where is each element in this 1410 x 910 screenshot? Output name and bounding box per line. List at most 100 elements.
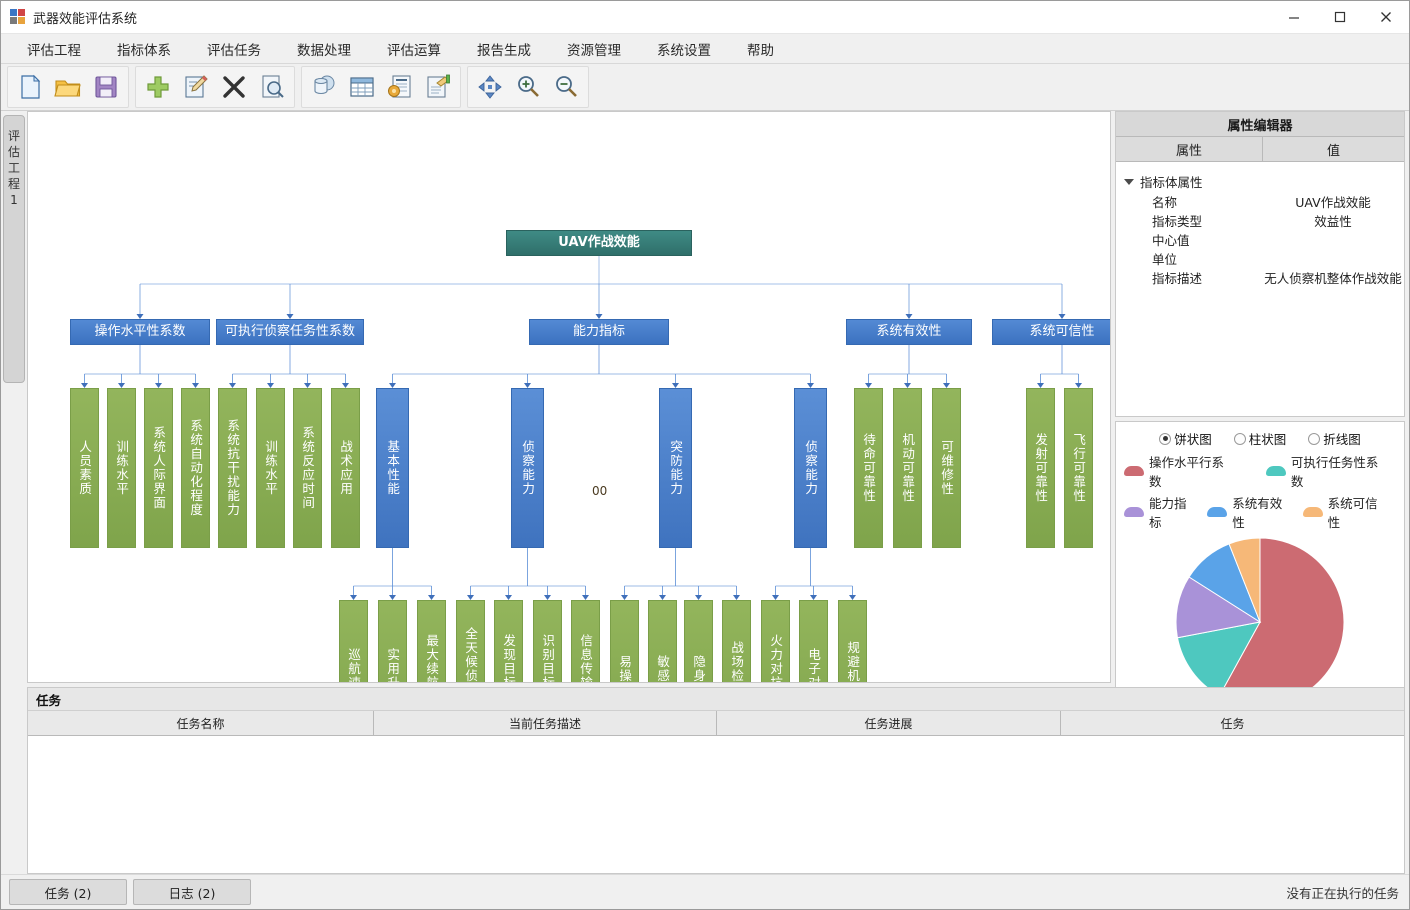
- property-value[interactable]: [1262, 250, 1404, 269]
- tree-node-root[interactable]: UAV作战效能: [506, 230, 692, 256]
- maximize-icon[interactable]: [1317, 1, 1363, 33]
- property-value[interactable]: 效益性: [1262, 212, 1404, 231]
- status-tab-logs[interactable]: 日志 (2): [133, 879, 251, 905]
- add-plus-icon[interactable]: [139, 68, 177, 106]
- document-hand-icon[interactable]: [419, 68, 457, 106]
- menu-item-evaluation-task[interactable]: 评估任务: [189, 34, 279, 64]
- legend-item[interactable]: 可执行任务性系数: [1266, 452, 1388, 490]
- tree-node-level2-0[interactable]: 操作水平性系数: [70, 319, 210, 345]
- tree-node-level2-2[interactable]: 能力指标: [529, 319, 669, 345]
- legend-item[interactable]: 能力指标: [1124, 493, 1197, 531]
- tree-node-level3-7[interactable]: 战术应用: [331, 388, 360, 548]
- tree-node-level3-16[interactable]: 飞行可靠性: [1064, 388, 1093, 548]
- status-tab-tasks[interactable]: 任务 (2): [9, 879, 127, 905]
- table-grid-icon[interactable]: [343, 68, 381, 106]
- tree-node-level3-10[interactable]: 突防能力: [659, 388, 692, 548]
- zoom-in-icon[interactable]: [509, 68, 547, 106]
- new-file-icon[interactable]: [11, 68, 49, 106]
- sidebar-tab-evaluation-project-1[interactable]: 评 估 工 程 1: [3, 115, 25, 383]
- tree-node-level3-11[interactable]: 侦察能力: [794, 388, 827, 548]
- database-icon[interactable]: [305, 68, 343, 106]
- tree-node-level3-13[interactable]: 机动可靠性: [893, 388, 922, 548]
- menu-item-resource-management[interactable]: 资源管理: [549, 34, 639, 64]
- tree-node-level3-8[interactable]: 基本性能: [376, 388, 409, 548]
- task-column-description[interactable]: 当前任务描述: [374, 711, 717, 735]
- task-table-body[interactable]: [28, 736, 1404, 873]
- tree-node-level4-6[interactable]: 信息传输能力: [571, 600, 600, 683]
- open-folder-icon[interactable]: [49, 68, 87, 106]
- legend-swatch-icon: [1266, 466, 1286, 476]
- tree-node-level4-7[interactable]: 易操性: [610, 600, 639, 683]
- pan-move-icon[interactable]: [471, 68, 509, 106]
- menu-item-help[interactable]: 帮助: [729, 34, 792, 64]
- zoom-out-icon[interactable]: [547, 68, 585, 106]
- tree-node-label: 信息传输能力: [579, 634, 592, 683]
- radio-dot-icon[interactable]: [1308, 433, 1320, 445]
- legend-item[interactable]: 操作水平行系数: [1124, 452, 1234, 490]
- legend-item[interactable]: 系统可信性: [1303, 493, 1388, 531]
- tree-node-level4-9[interactable]: 隐身性: [684, 600, 713, 683]
- radio-bar-chart[interactable]: 柱状图: [1234, 429, 1287, 448]
- tree-node-level2-4[interactable]: 系统可信性: [992, 319, 1111, 345]
- property-group-row[interactable]: 指标体属性: [1116, 170, 1404, 193]
- tree-node-level3-6[interactable]: 系统反应时间: [293, 388, 322, 548]
- menu-item-evaluation-project[interactable]: 评估工程: [9, 34, 99, 64]
- close-icon[interactable]: [1363, 1, 1409, 33]
- task-column-task[interactable]: 任务: [1061, 711, 1404, 735]
- property-row[interactable]: 指标类型 效益性: [1116, 212, 1404, 231]
- menu-item-evaluation-compute[interactable]: 评估运算: [369, 34, 459, 64]
- menu-item-data-processing[interactable]: 数据处理: [279, 34, 369, 64]
- tree-node-level4-13[interactable]: 规避机动性: [838, 600, 867, 683]
- tree-node-level4-2[interactable]: 最大续航时间: [417, 600, 446, 683]
- tree-node-level4-12[interactable]: 电子对抗: [799, 600, 828, 683]
- property-row[interactable]: 中心值: [1116, 231, 1404, 250]
- tree-node-level3-12[interactable]: 待命可靠性: [854, 388, 883, 548]
- tree-node-level3-14[interactable]: 可维修性: [932, 388, 961, 548]
- indicator-tree-canvas[interactable]: UAV作战效能操作水平性系数可执行侦察任务性系数 能力指标 系统有效性系统可信性人员…: [27, 111, 1111, 683]
- tree-node-level3-9[interactable]: 侦察能力: [511, 388, 544, 548]
- edit-pencil-icon[interactable]: [177, 68, 215, 106]
- tree-node-level4-5[interactable]: 识别目标能力: [533, 600, 562, 683]
- report-gear-icon[interactable]: [381, 68, 419, 106]
- tree-node-level3-15[interactable]: 发射可靠性: [1026, 388, 1055, 548]
- radio-dot-icon[interactable]: [1159, 433, 1171, 445]
- tree-node-level3-0[interactable]: 人员素质: [70, 388, 99, 548]
- tree-node-level4-4[interactable]: 发现目标能力: [494, 600, 523, 683]
- tree-node-level3-2[interactable]: 系统人际界面: [144, 388, 173, 548]
- property-value[interactable]: UAV作战效能: [1262, 193, 1404, 212]
- property-value[interactable]: [1262, 231, 1404, 250]
- task-column-name[interactable]: 任务名称: [28, 711, 374, 735]
- tree-node-level3-5[interactable]: 训练水平: [256, 388, 285, 548]
- property-value[interactable]: 无人侦察机整体作战效能: [1262, 269, 1404, 288]
- tree-node-label: 训练水平: [115, 440, 128, 496]
- tree-node-level2-1[interactable]: 可执行侦察任务性系数: [216, 319, 364, 345]
- menu-item-indicator-system[interactable]: 指标体系: [99, 34, 189, 64]
- save-floppy-icon[interactable]: [87, 68, 125, 106]
- chevron-down-icon[interactable]: [1124, 179, 1134, 185]
- tree-node-level2-3[interactable]: 系统有效性: [846, 319, 972, 345]
- radio-line-chart[interactable]: 折线图: [1308, 429, 1361, 448]
- pie-chart[interactable]: [1172, 534, 1348, 710]
- radio-pie-chart[interactable]: 饼状图: [1159, 429, 1212, 448]
- delete-x-icon[interactable]: [215, 68, 253, 106]
- menu-item-report-generation[interactable]: 报告生成: [459, 34, 549, 64]
- tree-node-level4-10[interactable]: 战场检修性: [722, 600, 751, 683]
- preview-magnifier-icon[interactable]: [253, 68, 291, 106]
- tree-node-level3-3[interactable]: 系统自动化程度: [181, 388, 210, 548]
- property-row[interactable]: 单位: [1116, 250, 1404, 269]
- property-row[interactable]: 指标描述 无人侦察机整体作战效能: [1116, 269, 1404, 288]
- tree-node-level4-1[interactable]: 实用升限: [378, 600, 407, 683]
- tree-node-label: 识别目标能力: [541, 634, 554, 683]
- tree-node-level4-8[interactable]: 敏感性: [648, 600, 677, 683]
- tree-node-level4-3[interactable]: 全天候侦察能力: [456, 600, 485, 683]
- radio-dot-icon[interactable]: [1234, 433, 1246, 445]
- property-row[interactable]: 名称 UAV作战效能: [1116, 193, 1404, 212]
- tree-node-level3-1[interactable]: 训练水平: [107, 388, 136, 548]
- menu-item-system-settings[interactable]: 系统设置: [639, 34, 729, 64]
- task-column-progress[interactable]: 任务进展: [717, 711, 1061, 735]
- minimize-icon[interactable]: [1271, 1, 1317, 33]
- legend-item[interactable]: 系统有效性: [1207, 493, 1292, 531]
- tree-node-level3-4[interactable]: 系统抗干扰能力: [218, 388, 247, 548]
- tree-node-level4-0[interactable]: 巡航速度: [339, 600, 368, 683]
- tree-node-level4-11[interactable]: 火力对抗能力: [761, 600, 790, 683]
